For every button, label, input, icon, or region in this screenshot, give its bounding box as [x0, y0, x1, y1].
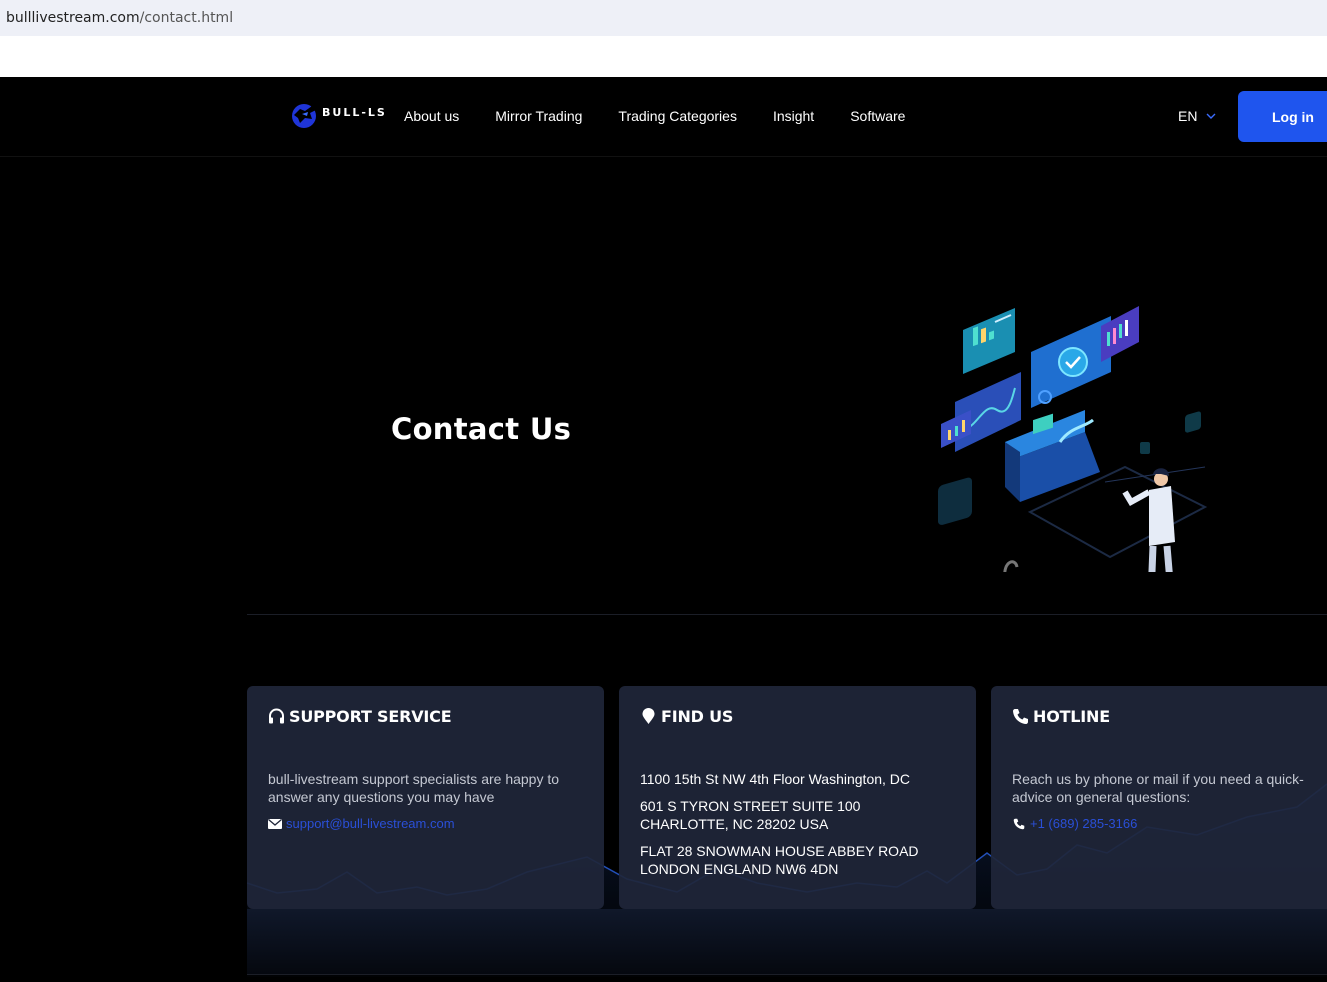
nav-link-insight[interactable]: Insight [773, 108, 814, 124]
find-us-heading: FIND US [640, 707, 733, 726]
support-service-card: SUPPORT SERVICE bull-livestream support … [247, 686, 604, 909]
support-email[interactable]: support@bull-livestream.com [286, 816, 455, 831]
nav-links: About us Mirror Trading Trading Categori… [404, 108, 941, 124]
support-service-title: SUPPORT SERVICE [289, 707, 452, 726]
url-host: bulllivestream.com [6, 10, 140, 26]
page-title: Contact Us [391, 412, 572, 446]
url-path: /contact.html [139, 10, 234, 26]
nav-link-trading-categories[interactable]: Trading Categories [618, 108, 737, 124]
support-service-heading: SUPPORT SERVICE [268, 707, 452, 726]
language-selector[interactable]: EN [1178, 108, 1216, 124]
bull-logo-icon [292, 104, 316, 128]
find-us-card: FIND US 1100 15th St NW 4th Floor Washin… [619, 686, 976, 909]
address-london: FLAT 28 SNOWMAN HOUSE ABBEY ROAD LONDON … [640, 843, 919, 877]
top-navigation: BULL-LS About us Mirror Trading Trading … [0, 77, 1327, 157]
section-divider [247, 614, 1327, 615]
chevron-down-icon [1206, 113, 1216, 119]
nav-link-software[interactable]: Software [850, 108, 905, 124]
site-logo[interactable]: BULL-LS [290, 101, 387, 129]
nav-link-mirror-trading[interactable]: Mirror Trading [495, 108, 582, 124]
logo-text: BULL-LS [322, 105, 387, 119]
phone-icon [1013, 709, 1028, 724]
support-service-text: bull-livestream support specialists are … [268, 771, 560, 805]
login-button[interactable]: Log in [1238, 91, 1327, 142]
url-text[interactable]: bulllivestream.com/contact.html [6, 10, 233, 26]
footer-gradient [247, 909, 1327, 974]
analytics-illustration [938, 306, 1208, 572]
find-us-title: FIND US [661, 707, 734, 726]
headphones-icon [269, 708, 284, 724]
hotline-title: HOTLINE [1033, 707, 1110, 726]
hotline-card: HOTLINE Reach us by phone or mail if you… [991, 686, 1327, 909]
support-email-link[interactable]: support@bull-livestream.com [268, 816, 455, 831]
hotline-heading: HOTLINE [1012, 707, 1110, 726]
hotline-phone[interactable]: +1 (689) 285-3166 [1030, 816, 1137, 831]
bottom-divider [247, 974, 1327, 975]
envelope-icon [268, 818, 282, 829]
page: BULL-LS About us Mirror Trading Trading … [0, 77, 1327, 982]
phone-small-icon [1013, 818, 1025, 829]
browser-toolbar-strip [0, 36, 1327, 77]
browser-address-bar[interactable]: bulllivestream.com/contact.html [0, 0, 1327, 36]
address-charlotte: 601 S TYRON STREET SUITE 100 CHARLOTTE, … [640, 798, 861, 832]
language-label: EN [1178, 108, 1198, 124]
hotline-phone-link[interactable]: +1 (689) 285-3166 [1012, 816, 1137, 831]
hotline-text: Reach us by phone or mail if you need a … [1012, 771, 1304, 805]
address-washington: 1100 15th St NW 4th Floor Washington, DC [640, 771, 911, 787]
nav-link-about-us[interactable]: About us [404, 108, 459, 124]
map-pin-icon [642, 708, 655, 724]
